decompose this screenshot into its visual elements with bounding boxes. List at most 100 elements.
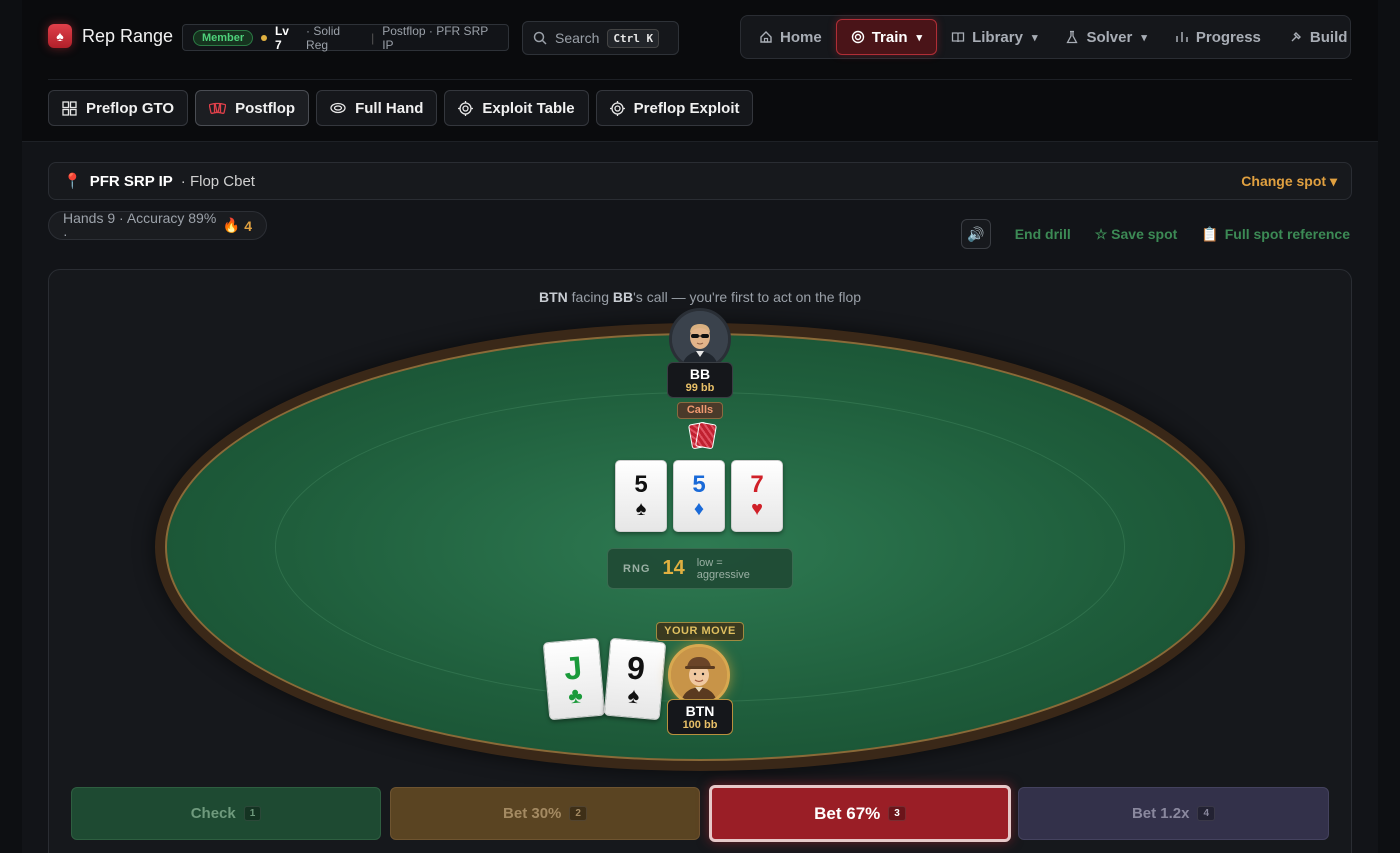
hotkey-badge: 2 [569, 806, 587, 821]
situation-mid1: facing [567, 289, 613, 305]
sound-toggle-button[interactable]: 🔊 [960, 219, 991, 249]
hotkey-badge: 3 [888, 806, 906, 821]
chevron-down-icon: ▾ [916, 31, 923, 44]
nav-train[interactable]: Train ▾ [835, 19, 938, 55]
full-spot-reference-link[interactable]: 📋 Full spot reference [1201, 226, 1350, 243]
card-suit: ♥ [751, 498, 763, 520]
subnav-preflop-exploit-label: Preflop Exploit [633, 99, 740, 117]
rank-title: · Solid Reg [306, 23, 341, 52]
header-divider [48, 79, 1352, 80]
pin-icon: 📍 [63, 173, 82, 190]
subnav-preflop-gto[interactable]: Preflop GTO [48, 90, 189, 126]
situation-mid2: 's call — you're first to act on the flo… [633, 289, 862, 305]
spot-bar: 📍 PFR SRP IP · Flop Cbet Change spot ▾ [48, 162, 1352, 200]
membership-badge: Member [193, 29, 254, 46]
streak-count: 4 [244, 217, 252, 234]
rng-hint: low = aggressive [696, 556, 750, 581]
spot-street: · Flop Cbet [180, 172, 255, 190]
flask-icon [1065, 30, 1079, 44]
card-suit: ♦ [693, 498, 705, 520]
nav-progress[interactable]: Progress [1161, 19, 1275, 55]
hotkey-badge: 1 [243, 806, 262, 821]
chip-icon [330, 102, 346, 114]
villain-position: BB [689, 366, 711, 382]
search-icon [533, 31, 547, 45]
bar-chart-icon [1175, 30, 1189, 44]
bet-67-button-label: Bet 67% [814, 803, 881, 823]
board-card: 5 ♠ [615, 460, 667, 532]
subnav-full-hand[interactable]: Full Hand [316, 90, 438, 126]
card-suit: ♣ [567, 682, 584, 709]
search-box[interactable]: Search Ctrl K [522, 21, 679, 55]
nav-library[interactable]: Library ▾ [937, 19, 1051, 55]
chevron-down-icon: ▾ [1031, 31, 1038, 44]
status-bar: Member Lv 7 · Solid Reg | Postflop · PFR… [182, 23, 509, 52]
spade-logo-icon: ♠ [48, 24, 72, 48]
card-rank: 7 [750, 471, 764, 498]
crosshair-icon [609, 100, 625, 116]
subnav-postflop[interactable]: Postflop [195, 90, 310, 126]
spot-name: PFR SRP IP [89, 172, 173, 190]
end-drill-button[interactable]: End drill [1015, 226, 1071, 242]
card-rank: 9 [625, 649, 647, 687]
villain-action-badge: Calls [677, 402, 723, 419]
full-spot-reference-label: Full spot reference [1224, 226, 1350, 242]
hero-avatar [668, 644, 730, 706]
subnav-postflop-label: Postflop [235, 99, 296, 117]
book-icon [951, 30, 965, 44]
search-shortcut: Ctrl K [607, 28, 660, 48]
subnav-preflop-exploit[interactable]: Preflop Exploit [595, 90, 754, 126]
subnav-exploit-table[interactable]: Exploit Table [444, 90, 589, 126]
rng-value: 14 [662, 557, 685, 579]
nav-home-label: Home [780, 28, 822, 46]
hero-position: BTN [685, 703, 715, 719]
nav-solver[interactable]: Solver ▾ [1051, 19, 1160, 55]
situation-hero: BTN [538, 289, 568, 305]
bet-30-button[interactable]: Bet 30% 2 [390, 787, 700, 840]
bet-1-2x-button-label: Bet 1.2x [1131, 805, 1190, 822]
change-spot-button[interactable]: Change spot ▾ [1241, 173, 1337, 190]
nav-library-label: Library [972, 28, 1023, 46]
speaker-icon: 🔊 [967, 225, 985, 242]
card-suit: ♠ [635, 498, 647, 520]
stats-text: Hands 9 · Accuracy 89% · [63, 209, 217, 242]
search-label: Search [555, 30, 600, 46]
villain-portrait-icon [672, 311, 728, 367]
rng-label: RNG [623, 562, 651, 575]
check-button[interactable]: Check 1 [71, 787, 381, 840]
board-card: 5 ♦ [673, 460, 725, 532]
card-rank: 5 [634, 471, 648, 498]
save-spot-button[interactable]: ☆ Save spot [1095, 226, 1178, 243]
villain-avatar [669, 308, 731, 370]
check-button-label: Check [190, 805, 236, 822]
hero-hole-card: 9 ♠ [603, 637, 667, 721]
board-cards: 5 ♠ 5 ♦ 7 ♥ [615, 460, 783, 532]
crosshair-icon [458, 100, 474, 116]
card-rank: J [562, 649, 584, 687]
bet-30-button-label: Bet 30% [503, 805, 562, 822]
cards-icon [209, 101, 227, 116]
bet-1-2x-button[interactable]: Bet 1.2x 4 [1018, 787, 1329, 840]
level-label: Lv 7 [274, 23, 289, 52]
brand[interactable]: ♠ Rep Range [48, 24, 173, 48]
drill-actions: 🔊 End drill ☆ Save spot 📋 Full spot refe… [960, 219, 1350, 249]
chevron-down-icon: ▾ [1141, 31, 1147, 44]
villain-stack: 99 bb [685, 382, 715, 394]
villain-seat-tag: BB 99 bb [667, 362, 733, 398]
hammer-icon [1289, 30, 1303, 44]
grid-icon [62, 100, 77, 116]
your-move-badge: YOUR MOVE [656, 622, 744, 641]
hero-hole-card: J ♣ [542, 637, 606, 721]
subnav-full-hand-label: Full Hand [355, 99, 424, 117]
card-suit: ♠ [626, 682, 641, 709]
nav-train-label: Train [871, 28, 908, 46]
action-buttons: Check 1 Bet 30% 2 Bet 67% 3 Bet 1.2x 4 [71, 785, 1329, 842]
nav-solver-label: Solver [1086, 28, 1133, 46]
subnav-exploit-table-label: Exploit Table [482, 99, 575, 117]
session-stats: Hands 9 · Accuracy 89% · 🔥 4 [48, 209, 267, 242]
nav-build[interactable]: Build [1275, 19, 1362, 55]
nav-build-label: Build [1309, 28, 1348, 46]
nav-home[interactable]: Home [745, 19, 836, 55]
card-rank: 5 [692, 471, 706, 498]
bet-67-button[interactable]: Bet 67% 3 [709, 785, 1011, 842]
